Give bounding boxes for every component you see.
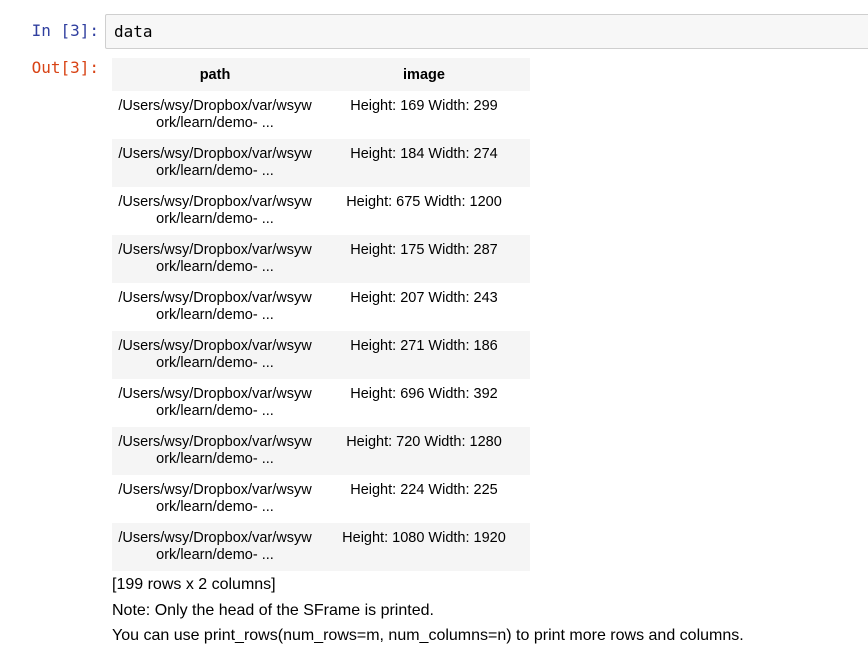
cell-path: /Users/wsy/Dropbox/var/wsywork/learn/dem… — [112, 523, 318, 571]
cell-image: Height: 271 Width: 186 — [350, 338, 498, 354]
path-value: /Users/wsy/Dropbox/var/wsywork/learn/dem… — [118, 338, 312, 371]
cell-image: Height: 184 Width: 274 — [350, 146, 498, 162]
input-prompt: In [3]: — [31, 21, 99, 40]
table-row: /Users/wsy/Dropbox/var/wsywork/learn/dem… — [112, 475, 530, 523]
cell-image: Height: 696 Width: 392 — [350, 386, 498, 402]
table-body: /Users/wsy/Dropbox/var/wsywork/learn/dem… — [112, 91, 530, 571]
table-header-row: path image — [112, 58, 530, 91]
cell-image: Height: 207 Width: 243 — [350, 290, 498, 306]
row-count-text: [199 rows x 2 columns] — [112, 576, 276, 593]
cell-path: /Users/wsy/Dropbox/var/wsywork/learn/dem… — [112, 235, 318, 283]
output-area: path image /Users/wsy/Dropbox/var/wsywor… — [112, 58, 530, 571]
path-value: /Users/wsy/Dropbox/var/wsywork/learn/dem… — [118, 146, 312, 179]
cell-path: /Users/wsy/Dropbox/var/wsywork/learn/dem… — [112, 427, 318, 475]
cell-image: Height: 675 Width: 1200 — [346, 194, 502, 210]
cell-path: /Users/wsy/Dropbox/var/wsywork/learn/dem… — [112, 91, 318, 139]
cell-path: /Users/wsy/Dropbox/var/wsywork/learn/dem… — [112, 283, 318, 331]
path-value: /Users/wsy/Dropbox/var/wsywork/learn/dem… — [118, 98, 312, 131]
path-value: /Users/wsy/Dropbox/var/wsywork/learn/dem… — [118, 434, 312, 467]
cell-path: /Users/wsy/Dropbox/var/wsywork/learn/dem… — [112, 187, 318, 235]
cell-path: /Users/wsy/Dropbox/var/wsywork/learn/dem… — [112, 331, 318, 379]
output-footer: [199 rows x 2 columns] Note: Only the he… — [112, 572, 744, 649]
table-row: /Users/wsy/Dropbox/var/wsywork/learn/dem… — [112, 379, 530, 427]
output-prompt: Out[3]: — [31, 58, 99, 77]
cell-path: /Users/wsy/Dropbox/var/wsywork/learn/dem… — [112, 139, 318, 187]
cell-image: Height: 224 Width: 225 — [350, 482, 498, 498]
table-row: /Users/wsy/Dropbox/var/wsywork/learn/dem… — [112, 283, 530, 331]
column-header-image: image — [403, 66, 445, 83]
path-value: /Users/wsy/Dropbox/var/wsywork/learn/dem… — [118, 530, 312, 563]
table-row: /Users/wsy/Dropbox/var/wsywork/learn/dem… — [112, 187, 530, 235]
head-note-text: Note: Only the head of the SFrame is pri… — [112, 601, 434, 619]
table-row: /Users/wsy/Dropbox/var/wsywork/learn/dem… — [112, 523, 530, 571]
cell-image: Height: 1080 Width: 1920 — [342, 530, 506, 546]
print-rows-hint: You can use print_rows(num_rows=m, num_c… — [112, 627, 744, 644]
table-row: /Users/wsy/Dropbox/var/wsywork/learn/dem… — [112, 139, 530, 187]
table-row: /Users/wsy/Dropbox/var/wsywork/learn/dem… — [112, 331, 530, 379]
code-text: data — [114, 22, 153, 41]
table-row: /Users/wsy/Dropbox/var/wsywork/learn/dem… — [112, 91, 530, 139]
sframe-table: path image /Users/wsy/Dropbox/var/wsywor… — [112, 58, 530, 571]
path-value: /Users/wsy/Dropbox/var/wsywork/learn/dem… — [118, 482, 312, 515]
code-input-cell[interactable]: data — [105, 14, 868, 49]
table-row: /Users/wsy/Dropbox/var/wsywork/learn/dem… — [112, 235, 530, 283]
cell-path: /Users/wsy/Dropbox/var/wsywork/learn/dem… — [112, 379, 318, 427]
cell-path: /Users/wsy/Dropbox/var/wsywork/learn/dem… — [112, 475, 318, 523]
path-value: /Users/wsy/Dropbox/var/wsywork/learn/dem… — [118, 194, 312, 227]
cell-image: Height: 720 Width: 1280 — [346, 434, 502, 450]
table-row: /Users/wsy/Dropbox/var/wsywork/learn/dem… — [112, 427, 530, 475]
path-value: /Users/wsy/Dropbox/var/wsywork/learn/dem… — [118, 290, 312, 323]
path-value: /Users/wsy/Dropbox/var/wsywork/learn/dem… — [118, 386, 312, 419]
path-value: /Users/wsy/Dropbox/var/wsywork/learn/dem… — [118, 242, 312, 275]
cell-image: Height: 169 Width: 299 — [350, 98, 498, 114]
column-header-path: path — [199, 66, 231, 83]
cell-image: Height: 175 Width: 287 — [350, 242, 498, 258]
